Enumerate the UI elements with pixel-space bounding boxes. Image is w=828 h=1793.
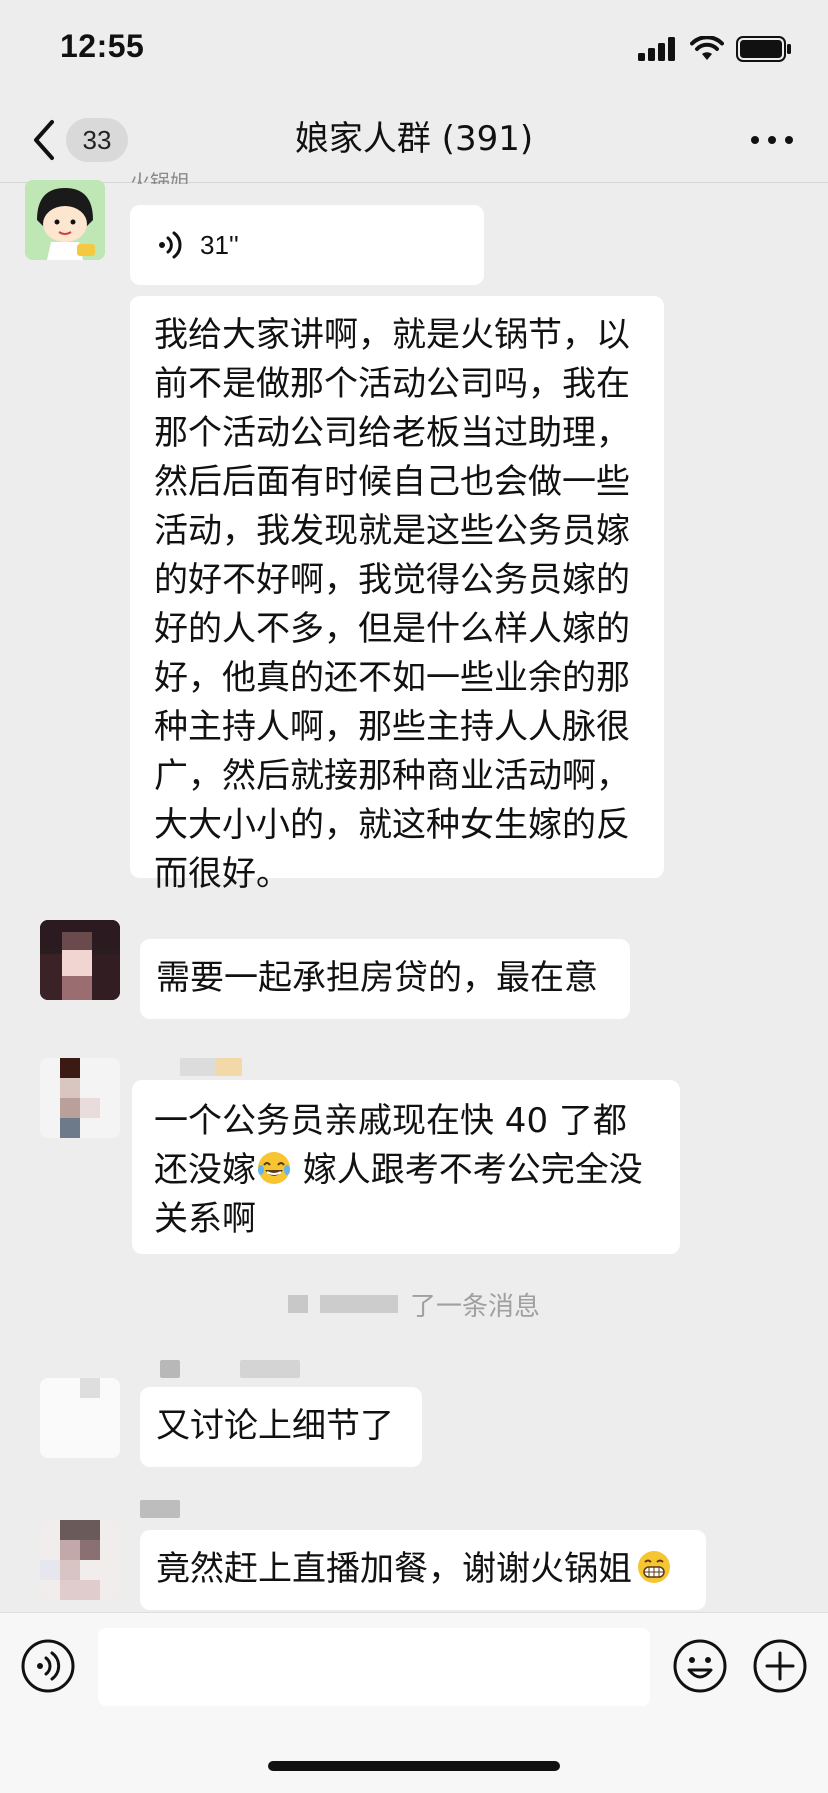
message-bubble[interactable]: 竟然赶上直播加餐，谢谢火锅姐 [140,1530,706,1610]
wifi-icon [690,36,724,60]
message-text: 竟然赶上直播加餐，谢谢火锅姐 [156,1549,632,1589]
message-bubble[interactable]: 我给大家讲啊，就是火锅节，以前不是做那个活动公司吗，我在那个活动公司给老板当过助… [130,296,664,894]
message-bubble[interactable]: 又讨论上细节了 [140,1387,422,1467]
avatar[interactable] [25,180,105,260]
cellular-signal-icon [638,37,675,61]
system-message-text: 了一条消息 [409,1291,540,1322]
chevron-left-icon[interactable] [24,112,64,168]
blurred-sender-name-part [216,1058,242,1076]
grinning-emoji [638,1551,670,1583]
blurred-sender-name [140,1500,180,1518]
message-bubble[interactable]: 需要一起承担房贷的，最在意 [140,939,630,1019]
battery-icon [736,36,791,62]
message-text: 又讨论上细节了 [156,1406,394,1446]
avatar[interactable] [40,1520,120,1600]
home-indicator [268,1761,560,1771]
sender-name: 火锅姐 [130,170,190,184]
status-time: 12:55 [60,28,145,64]
plus-circle-icon[interactable] [752,1638,808,1694]
nav-divider [0,182,828,183]
more-dots-icon[interactable] [750,130,794,150]
blurred-sender-name [240,1360,300,1378]
voice-wave-icon [159,231,182,259]
voice-duration: 31'' [200,229,239,260]
unread-count-badge[interactable]: 33 [66,118,128,162]
blurred-sender-name-part [160,1360,180,1378]
voice-input-toggle-icon[interactable] [20,1638,76,1694]
message-input[interactable] [98,1628,650,1706]
blurred-system-name-part [287,1295,308,1313]
message-text: 需要一起承担房贷的，最在意 [156,958,598,998]
cartoon-girl-avatar-icon [25,180,105,260]
smiley-icon[interactable] [672,1638,728,1694]
avatar[interactable] [40,1058,120,1138]
system-message: 了一条消息 [0,1284,828,1324]
blurred-system-name [319,1295,398,1313]
message-bubble[interactable]: 一个公务员亲戚现在快 40 了都还没嫁 嫁人跟考不考公完全没关系啊 [132,1080,680,1254]
chat-title: 娘家人群 (391) [294,119,534,159]
avatar[interactable] [40,920,120,1000]
status-icons [638,36,792,62]
tears-of-joy-emoji [258,1152,290,1184]
avatar[interactable] [40,1378,120,1458]
voice-message-bubble[interactable]: 31'' [130,205,484,285]
message-text: 我给大家讲啊，就是火锅节，以前不是做那个活动公司吗，我在那个活动公司给老板当过助… [154,315,630,894]
